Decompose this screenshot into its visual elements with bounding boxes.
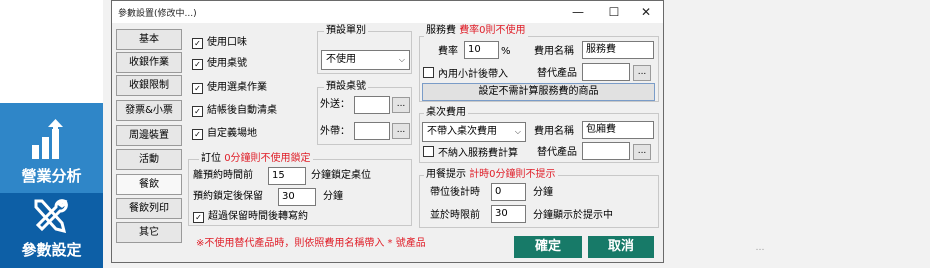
keep-time-input[interactable]: 30: [278, 188, 316, 206]
tab-promotions[interactable]: 活動: [116, 149, 182, 170]
chevron-down-icon: ⌵: [514, 127, 521, 136]
overdue-convert-label: 超過保留時間後轉寫約: [208, 211, 308, 222]
option-label: 使用桌號: [207, 58, 247, 69]
table-alt-product-label: 替代產品: [537, 147, 577, 158]
meal-reminder-title: 用餐提示 計時0分鐘則不提示: [424, 169, 558, 181]
exclude-service-fee-label: 不納入服務費計算: [438, 148, 518, 159]
close-button[interactable]: ✕: [629, 1, 663, 23]
minimize-button[interactable]: —: [561, 1, 595, 23]
tab-checkout-limits[interactable]: 收銀限制: [116, 75, 182, 96]
rate-unit: %: [501, 46, 511, 57]
option-label: 使用口味: [207, 37, 247, 48]
option-auto-clear-table[interactable]: ✓ 結帳後自動清桌: [192, 104, 277, 118]
checkbox-checked-icon: ✓: [193, 212, 204, 223]
tab-dining[interactable]: 餐飲: [116, 174, 182, 195]
lock-time-unit: 分鐘鎖定桌位: [311, 170, 371, 181]
tab-dining-print[interactable]: 餐飲列印: [116, 198, 182, 219]
carry-out-table-input[interactable]: [354, 122, 390, 140]
timer-unit: 分鐘: [533, 187, 553, 198]
tab-invoice[interactable]: 發票&小票: [116, 100, 182, 121]
order-type-select[interactable]: 不使用 ⌵: [321, 50, 410, 70]
limit-label: 並於時限前: [430, 210, 480, 221]
ok-button[interactable]: 確定: [514, 236, 582, 258]
option-label: 結帳後自動清桌: [207, 105, 277, 116]
inner-subtotal-label: 內用小計後帶入: [438, 69, 508, 80]
background-side-text: …: [755, 243, 765, 253]
checkbox-checked-icon: ✓: [192, 83, 203, 94]
order-type-value: 不使用: [326, 54, 356, 65]
meal-reminder-note: 計時0分鐘則不提示: [469, 169, 556, 180]
takeout-table-input[interactable]: [354, 96, 390, 114]
rate-input[interactable]: 10: [464, 41, 499, 59]
carry-out-label: 外帶：: [320, 126, 350, 137]
option-use-table-no[interactable]: ✓ 使用桌號: [192, 57, 247, 71]
checkbox-checked-icon: ✓: [192, 38, 203, 49]
meal-reminder-title-text: 用餐提示: [426, 169, 466, 180]
reservation-note: 0分鐘則不使用鎖定: [224, 153, 311, 164]
service-fee-name-label: 費用名稱: [534, 46, 574, 57]
service-alt-product-label: 替代產品: [537, 68, 577, 79]
takeout-browse-button[interactable]: ...: [392, 97, 410, 113]
nav-label-analysis: 營業分析: [21, 167, 82, 185]
exclude-products-button[interactable]: 設定不需計算服務費的商品: [422, 83, 655, 101]
table-no-title: 預設桌號: [324, 81, 368, 93]
tab-peripherals[interactable]: 周邊裝置: [116, 125, 182, 146]
nav-label-settings: 參數設定: [21, 241, 82, 259]
dialog-titlebar[interactable]: 參數設置(修改中...) — ☐ ✕: [112, 1, 663, 23]
keep-time-label: 預約鎖定後保留: [193, 191, 263, 202]
rate-label: 費率: [438, 46, 458, 57]
inner-subtotal-option[interactable]: 內用小計後帶入: [423, 67, 508, 81]
exclude-service-fee-option[interactable]: 不納入服務費計算: [423, 146, 518, 160]
lock-time-input[interactable]: 15: [268, 167, 306, 185]
service-fee-title: 服務費 費率0則不使用: [424, 25, 528, 37]
dialog-title: 參數設置(修改中...): [118, 9, 197, 19]
carry-out-browse-button[interactable]: ...: [392, 123, 410, 139]
table-fee-name-input[interactable]: 包廂費: [582, 121, 654, 139]
chevron-down-icon: ⌵: [398, 55, 405, 64]
overdue-convert-option[interactable]: ✓ 超過保留時間後轉寫約: [193, 210, 308, 224]
table-fee-title: 桌次費用: [424, 107, 468, 119]
nav-item-analysis[interactable]: 營業分析: [0, 103, 103, 193]
option-label: 自定義場地: [207, 128, 257, 139]
takeout-label: 外送：: [320, 99, 350, 110]
tab-checkout[interactable]: 收銀作業: [116, 52, 182, 73]
nav-item-settings[interactable]: 參數設定: [0, 193, 103, 268]
cancel-button[interactable]: 取消: [588, 236, 654, 258]
checkbox-empty-icon: [423, 146, 434, 157]
timer-label: 帶位後計時: [430, 187, 480, 198]
checkbox-checked-icon: ✓: [192, 59, 203, 70]
table-alt-product-input[interactable]: [582, 142, 630, 160]
bar-chart-icon: [32, 119, 63, 159]
tab-other[interactable]: 其它: [116, 222, 182, 243]
footer-note: ※不使用替代產品時，則依照費用名稱帶入 * 號產品: [196, 238, 426, 249]
table-alt-browse-button[interactable]: ...: [633, 144, 651, 160]
checkbox-empty-icon: [423, 67, 434, 78]
lock-time-label: 離預約時間前: [193, 170, 253, 181]
limit-input[interactable]: 30: [491, 205, 526, 223]
option-label: 使用選桌作業: [207, 82, 267, 93]
option-use-flavor[interactable]: ✓ 使用口味: [192, 36, 247, 50]
reservation-title-text: 訂位: [201, 153, 221, 164]
table-fee-value: 不帶入桌次費用: [427, 126, 497, 137]
table-fee-select[interactable]: 不帶入桌次費用 ⌵: [422, 122, 526, 142]
table-fee-name-label: 費用名稱: [534, 126, 574, 137]
service-fee-note: 費率0則不使用: [459, 25, 526, 36]
tools-icon: [34, 199, 68, 233]
limit-unit: 分鐘顯示於提示中: [533, 210, 613, 221]
checkbox-checked-icon: ✓: [192, 129, 203, 140]
maximize-button[interactable]: ☐: [597, 1, 631, 23]
reservation-title: 訂位 0分鐘則不使用鎖定: [199, 153, 313, 165]
service-fee-name-input[interactable]: 服務費: [582, 41, 654, 59]
option-custom-venue[interactable]: ✓ 自定義場地: [192, 127, 257, 141]
tab-basic[interactable]: 基本: [116, 29, 182, 50]
keep-time-unit: 分鐘: [323, 191, 343, 202]
order-type-title: 預設單別: [324, 25, 368, 37]
service-alt-browse-button[interactable]: ...: [633, 65, 651, 81]
settings-dialog: 參數設置(修改中...) — ☐ ✕ 基本 收銀作業 收銀限制 發票&小票 周邊…: [111, 0, 664, 263]
checkbox-checked-icon: ✓: [192, 106, 203, 117]
option-use-table-select[interactable]: ✓ 使用選桌作業: [192, 81, 267, 95]
service-fee-title-text: 服務費: [426, 25, 456, 36]
service-alt-product-input[interactable]: [582, 63, 630, 81]
timer-input[interactable]: 0: [491, 183, 526, 201]
